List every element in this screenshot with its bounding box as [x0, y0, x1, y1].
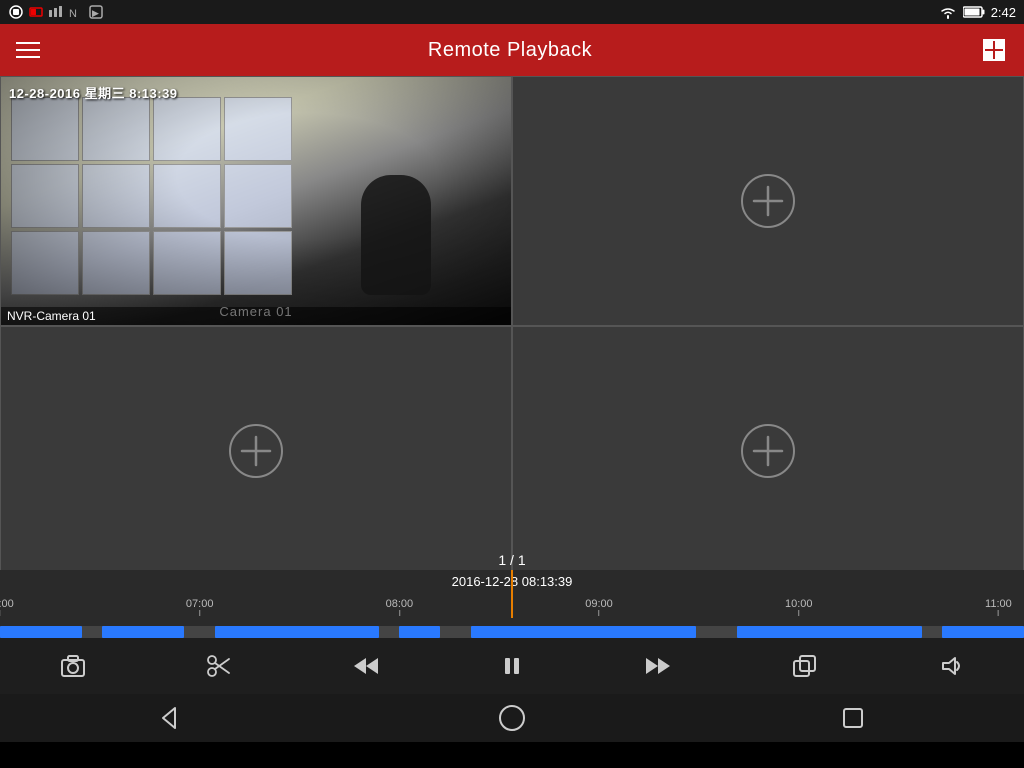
volume-button[interactable] — [926, 644, 976, 688]
top-bar: Remote Playback — [0, 24, 1024, 76]
timeline-segment — [737, 626, 921, 638]
timeline-tick: 11:00 — [985, 598, 1012, 616]
add-camera-icon-3 — [226, 421, 286, 481]
timeline-tick: 08:00 — [386, 598, 414, 616]
status-icon-3 — [48, 4, 64, 20]
status-icon-5: ▶ — [88, 4, 104, 20]
forward-button[interactable] — [633, 644, 683, 688]
video-grid: 12-28-2016 星期三 8:13:39 Camera 01 NVR-Cam… — [0, 76, 1024, 576]
timeline-tick: 09:00 — [585, 598, 613, 616]
timeline-segment — [471, 626, 696, 638]
timeline-segment — [215, 626, 379, 638]
layout-button[interactable] — [980, 36, 1008, 64]
wifi-icon — [939, 4, 957, 20]
timeline-cursor — [511, 570, 513, 618]
timeline-segment — [0, 626, 82, 638]
rewind-button[interactable] — [341, 644, 391, 688]
back-button[interactable] — [155, 702, 187, 734]
timeline-area[interactable]: 2016-12-28 08:13:39 06:0007:0008:0009:00… — [0, 570, 1024, 638]
svg-text:▶: ▶ — [92, 8, 99, 18]
toolbar — [0, 638, 1024, 694]
status-icons-left: N ▶ — [8, 4, 104, 20]
video-cell-cam2[interactable] — [512, 76, 1024, 326]
page-title: Remote Playback — [428, 39, 592, 62]
clock-display: 2:42 — [991, 5, 1016, 20]
home-button[interactable] — [496, 702, 528, 734]
cam1-channel-name: NVR-Camera 01 — [1, 307, 511, 325]
status-icon-1 — [8, 4, 24, 20]
nav-bar — [0, 694, 1024, 742]
video-cell-cam3[interactable] — [0, 326, 512, 576]
recents-button[interactable] — [837, 702, 869, 734]
timeline-segment — [399, 626, 440, 638]
timeline-segment — [102, 626, 184, 638]
timeline-tick: 10:00 — [785, 598, 813, 616]
screenshot-button[interactable] — [48, 644, 98, 688]
status-bar: N ▶ 2:42 — [0, 0, 1024, 24]
timeline-track[interactable] — [0, 626, 1024, 638]
clip-button[interactable] — [194, 644, 244, 688]
add-camera-icon-2 — [738, 171, 798, 231]
cam1-timestamp: 12-28-2016 星期三 8:13:39 — [9, 83, 178, 102]
status-icon-4: N — [68, 4, 84, 20]
video-cell-cam1[interactable]: 12-28-2016 星期三 8:13:39 Camera 01 NVR-Cam… — [0, 76, 512, 326]
timeline-tick: 07:00 — [186, 598, 214, 616]
timeline-segment — [942, 626, 1024, 638]
svg-text:N: N — [69, 8, 77, 20]
battery-icon — [963, 5, 985, 19]
status-icons-right: 2:42 — [939, 4, 1016, 20]
menu-button[interactable] — [16, 42, 40, 58]
add-camera-icon-4 — [738, 421, 798, 481]
pause-button[interactable] — [487, 644, 537, 688]
timeline-tick: 06:00 — [0, 598, 14, 616]
copy-button[interactable] — [780, 644, 830, 688]
status-icon-2 — [28, 4, 44, 20]
video-cell-cam4[interactable] — [512, 326, 1024, 576]
